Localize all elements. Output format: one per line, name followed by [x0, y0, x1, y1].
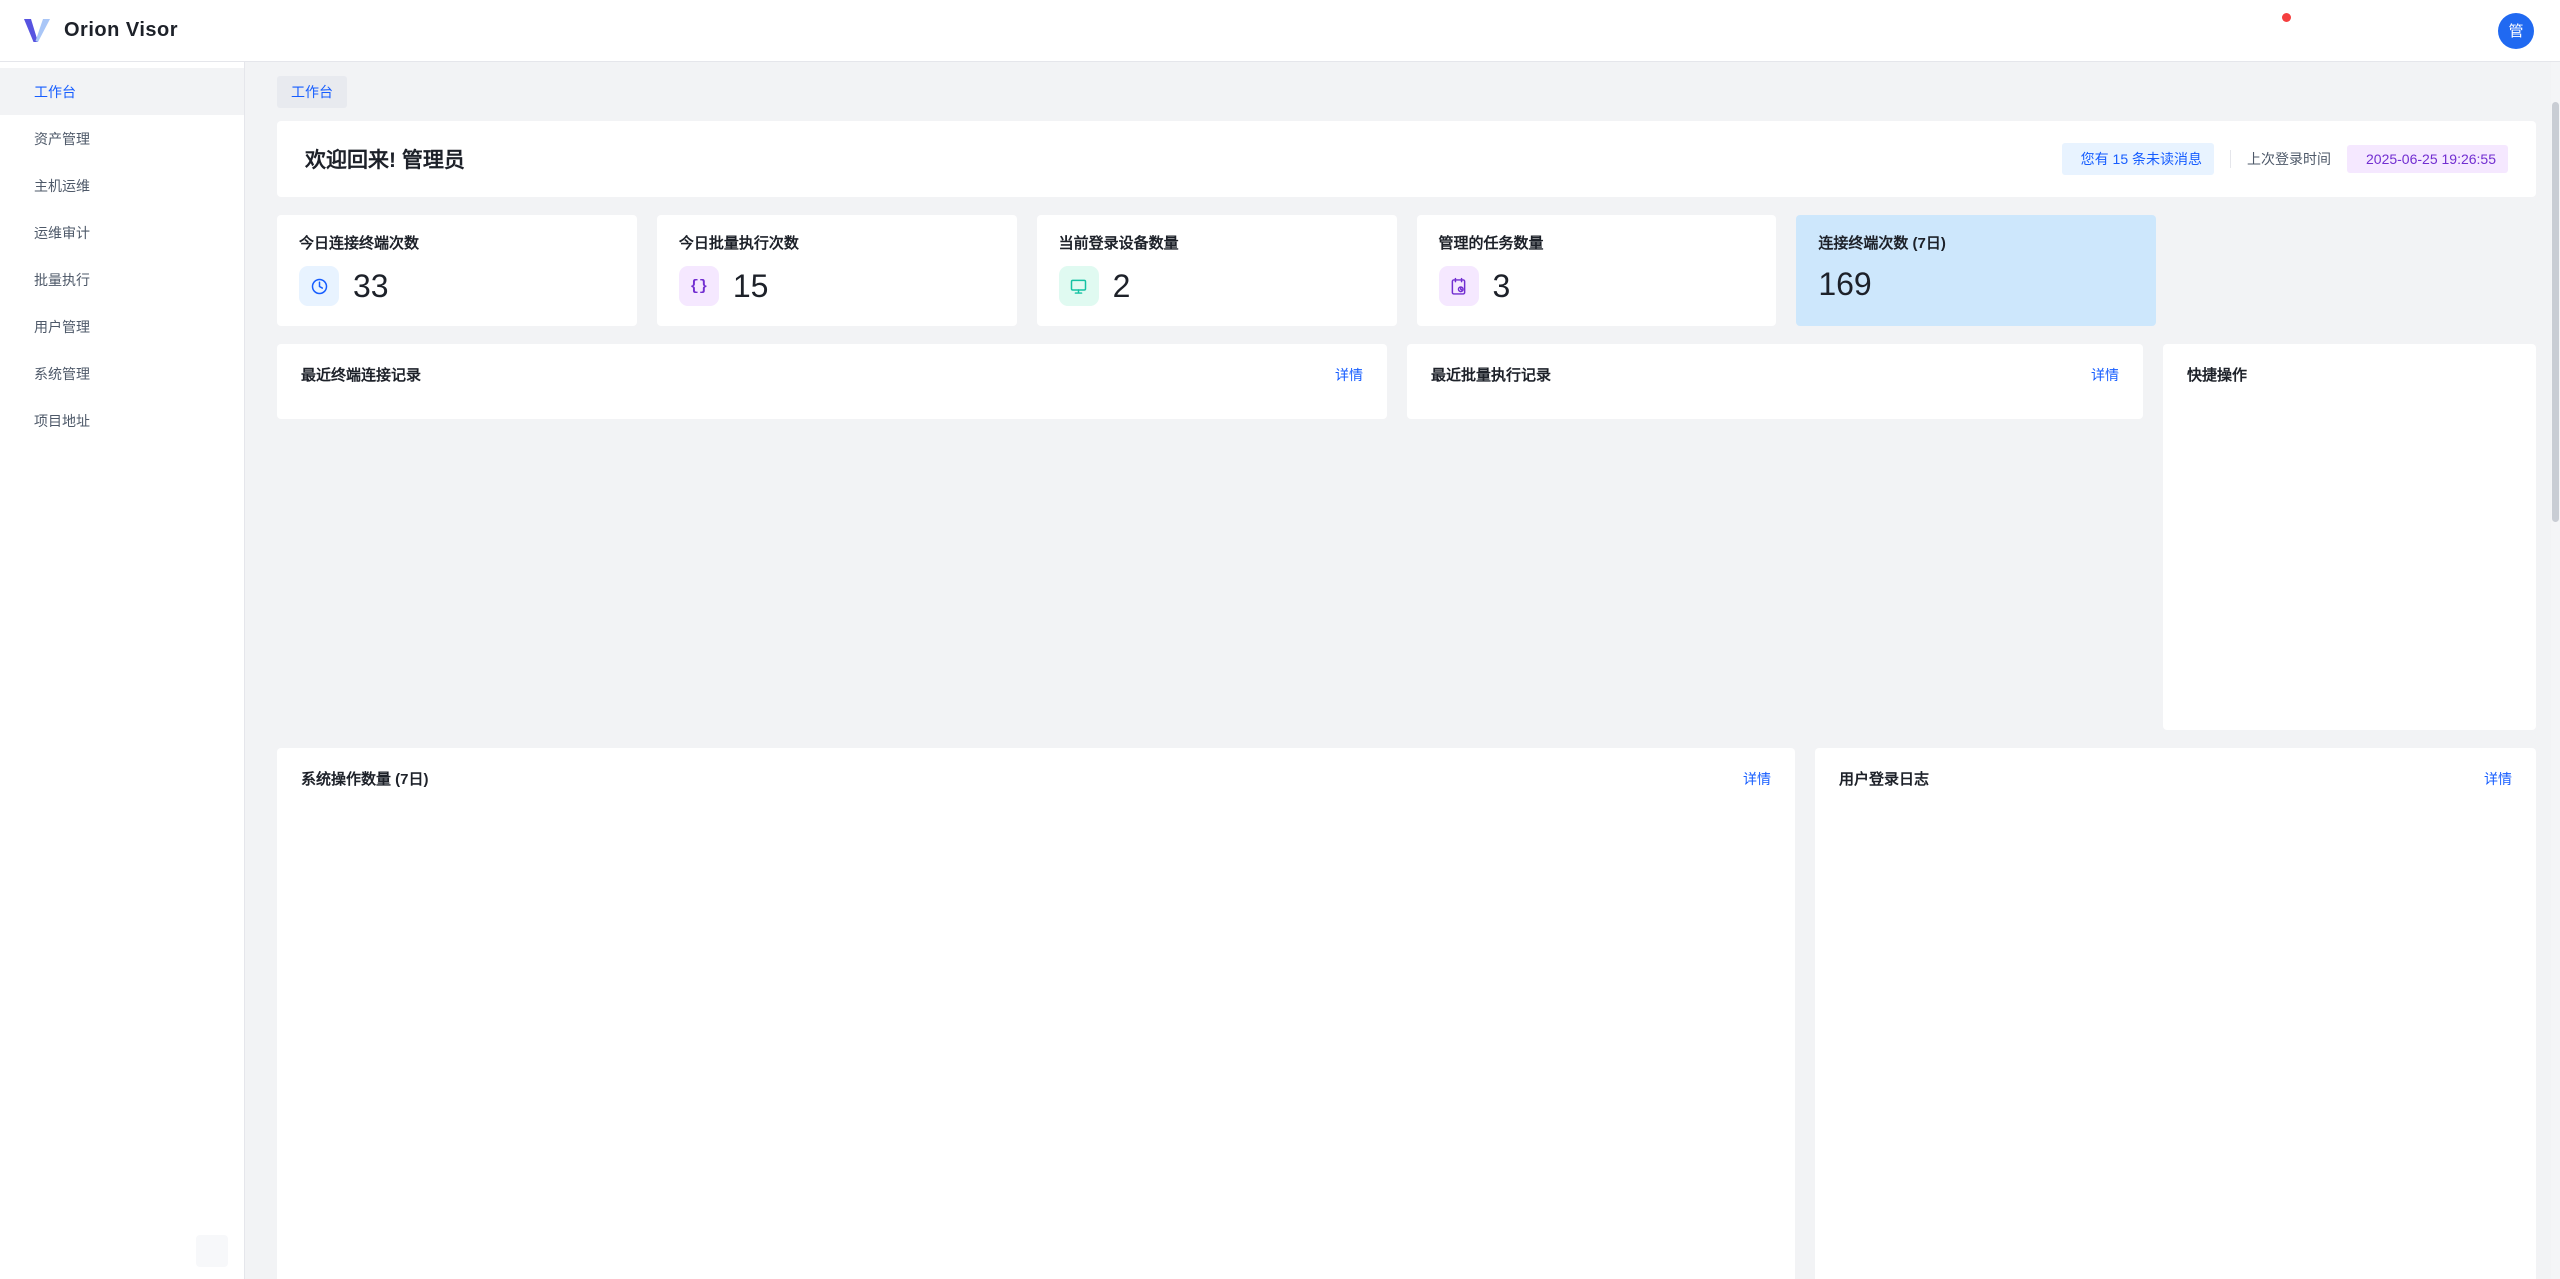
terminal-records-card: 最近终端连接记录 详情: [277, 344, 1387, 419]
sidebar-item-label: 工作台: [34, 82, 224, 102]
header-actions: 管: [2138, 13, 2534, 49]
notifications-button[interactable]: [2258, 14, 2292, 48]
sidebar-item-link[interactable]: 项目地址: [0, 397, 244, 444]
stats-row: 今日连接终端次数 33 今日批量执行次数 {} 15 当前登录设备数量 2 管理的任务数量 3 连…: [277, 215, 2536, 326]
sidebar-item-shield[interactable]: 运维审计: [0, 209, 244, 256]
sidebar-item-label: 批量执行: [34, 270, 210, 290]
login-logs-card: 用户登录日志 详情: [1815, 748, 2536, 1279]
batch-records-detail-link[interactable]: 详情: [2091, 365, 2119, 385]
sidebar-item-label: 用户管理: [34, 317, 210, 337]
stat-card-4: 管理的任务数量 3: [1417, 215, 1777, 326]
welcome-card: 欢迎回来! 管理员 您有 15 条未读消息 上次登录时间 2025-06-25 …: [277, 121, 2536, 197]
stat-card-title: 今日批量执行次数: [679, 232, 995, 253]
user-avatar[interactable]: 管: [2498, 13, 2534, 49]
sidebar-item-dashboard[interactable]: 工作台: [0, 68, 244, 115]
breadcrumb: 工作台: [277, 76, 2536, 108]
welcome-right: 您有 15 条未读消息 上次登录时间 2025-06-25 19:26:55: [2062, 143, 2508, 175]
stat-card-value: 15: [733, 268, 769, 305]
refresh-button[interactable]: [2378, 14, 2412, 48]
stat-card-bottom: 33: [299, 266, 615, 306]
batch-records-card: 最近批量执行记录 详情: [1407, 344, 2143, 419]
welcome-title: 欢迎回来! 管理员: [305, 144, 465, 174]
sidebar-item-label: 主机运维: [34, 176, 210, 196]
sidebar-item-label: 运维审计: [34, 223, 210, 243]
stat-card-title: 当前登录设备数量: [1059, 232, 1375, 253]
stat-card-1: 今日连接终端次数 33: [277, 215, 637, 326]
system-operations-chart-card: 系统操作数量 (7日) 详情: [277, 748, 1795, 1279]
stat-card-bottom: 3: [1439, 266, 1755, 306]
sidebar-item-label: 项目地址: [34, 411, 224, 431]
stat-card-value: 3: [1493, 268, 1511, 305]
stat-card-bottom: 2: [1059, 266, 1375, 306]
sidebar: 工作台资产管理主机运维运维审计批量执行用户管理系统管理项目地址: [0, 62, 245, 1279]
stat-card-value: 2: [1113, 268, 1131, 305]
page-scrollbar[interactable]: [2551, 62, 2560, 1279]
sidebar-collapse-button[interactable]: [196, 1235, 228, 1267]
system-operations-detail-link[interactable]: 详情: [1743, 769, 1771, 789]
sidebar-item-cluster[interactable]: 批量执行: [0, 256, 244, 303]
stat-card-value: 33: [353, 268, 389, 305]
sidebar-item-monitor[interactable]: 主机运维: [0, 162, 244, 209]
stat-card-2: 今日批量执行次数 {} 15: [657, 215, 1017, 326]
bottom-row: 系统操作数量 (7日) 详情 用户登录日志 详情: [277, 748, 2536, 1279]
batch-records-title: 最近批量执行记录: [1431, 364, 1551, 385]
terminal-records-detail-link[interactable]: 详情: [1335, 365, 1363, 385]
stat-card-5: 连接终端次数 (7日)169: [1796, 215, 2156, 326]
task-icon: [1439, 266, 1479, 306]
sidebar-item-label: 系统管理: [34, 364, 210, 384]
braces-icon: {}: [679, 266, 719, 306]
unread-messages-badge[interactable]: 您有 15 条未读消息: [2062, 143, 2214, 175]
login-logs-detail-link[interactable]: 详情: [2484, 769, 2512, 789]
stat-card-title: 今日连接终端次数: [299, 232, 615, 253]
notification-dot: [2282, 13, 2291, 22]
terminal-records-title: 最近终端连接记录: [301, 364, 421, 385]
sidebar-item-user[interactable]: 用户管理: [0, 303, 244, 350]
mid-row: 最近终端连接记录 详情 最近批量执行记录 详情 快捷操作: [277, 344, 2536, 730]
orion-visor-logo: [22, 18, 52, 44]
stat-card-title: 管理的任务数量: [1439, 232, 1755, 253]
divider: [2230, 150, 2231, 168]
stat-card-3: 当前登录设备数量 2: [1037, 215, 1397, 326]
last-login-time-badge: 2025-06-25 19:26:55: [2347, 145, 2508, 173]
code-button-button[interactable]: [2138, 14, 2172, 48]
login-logs-title: 用户登录日志: [1839, 768, 1929, 789]
app-header: Orion Visor 管: [0, 0, 2560, 62]
brand-name: Orion Visor: [64, 19, 178, 42]
clock-icon: [299, 266, 339, 306]
breadcrumb-item-workbench[interactable]: 工作台: [277, 76, 347, 108]
quick-actions-card: 快捷操作: [2163, 344, 2536, 730]
main-content: 工作台 欢迎回来! 管理员 您有 15 条未读消息 上次登录时间 2025-06…: [245, 62, 2560, 1279]
last-login-label: 上次登录时间: [2247, 149, 2331, 169]
stat-card-bottom: {} 15: [679, 266, 995, 306]
system-operations-title: 系统操作数量 (7日): [301, 768, 429, 789]
stat-card-value: 169: [1818, 266, 1871, 303]
area-chart-svg: [301, 795, 1771, 1257]
brand: Orion Visor: [22, 18, 178, 44]
terminal-sparkline-chart: [1917, 241, 2142, 323]
settings-button[interactable]: [2438, 14, 2472, 48]
monitor-icon: [1059, 266, 1099, 306]
scrollbar-thumb[interactable]: [2552, 102, 2559, 522]
system-operations-chart: [301, 795, 1771, 1257]
sidebar-item-wrench[interactable]: 系统管理: [0, 350, 244, 397]
last-login-time: 2025-06-25 19:26:55: [2366, 151, 2496, 167]
quick-actions-title: 快捷操作: [2187, 364, 2247, 385]
unread-messages-text: 您有 15 条未读消息: [2081, 149, 2202, 169]
theme-toggle-button[interactable]: [2198, 14, 2232, 48]
sidebar-item-servers[interactable]: 资产管理: [0, 115, 244, 162]
fullscreen-button[interactable]: [2318, 14, 2352, 48]
sidebar-item-label: 资产管理: [34, 129, 210, 149]
